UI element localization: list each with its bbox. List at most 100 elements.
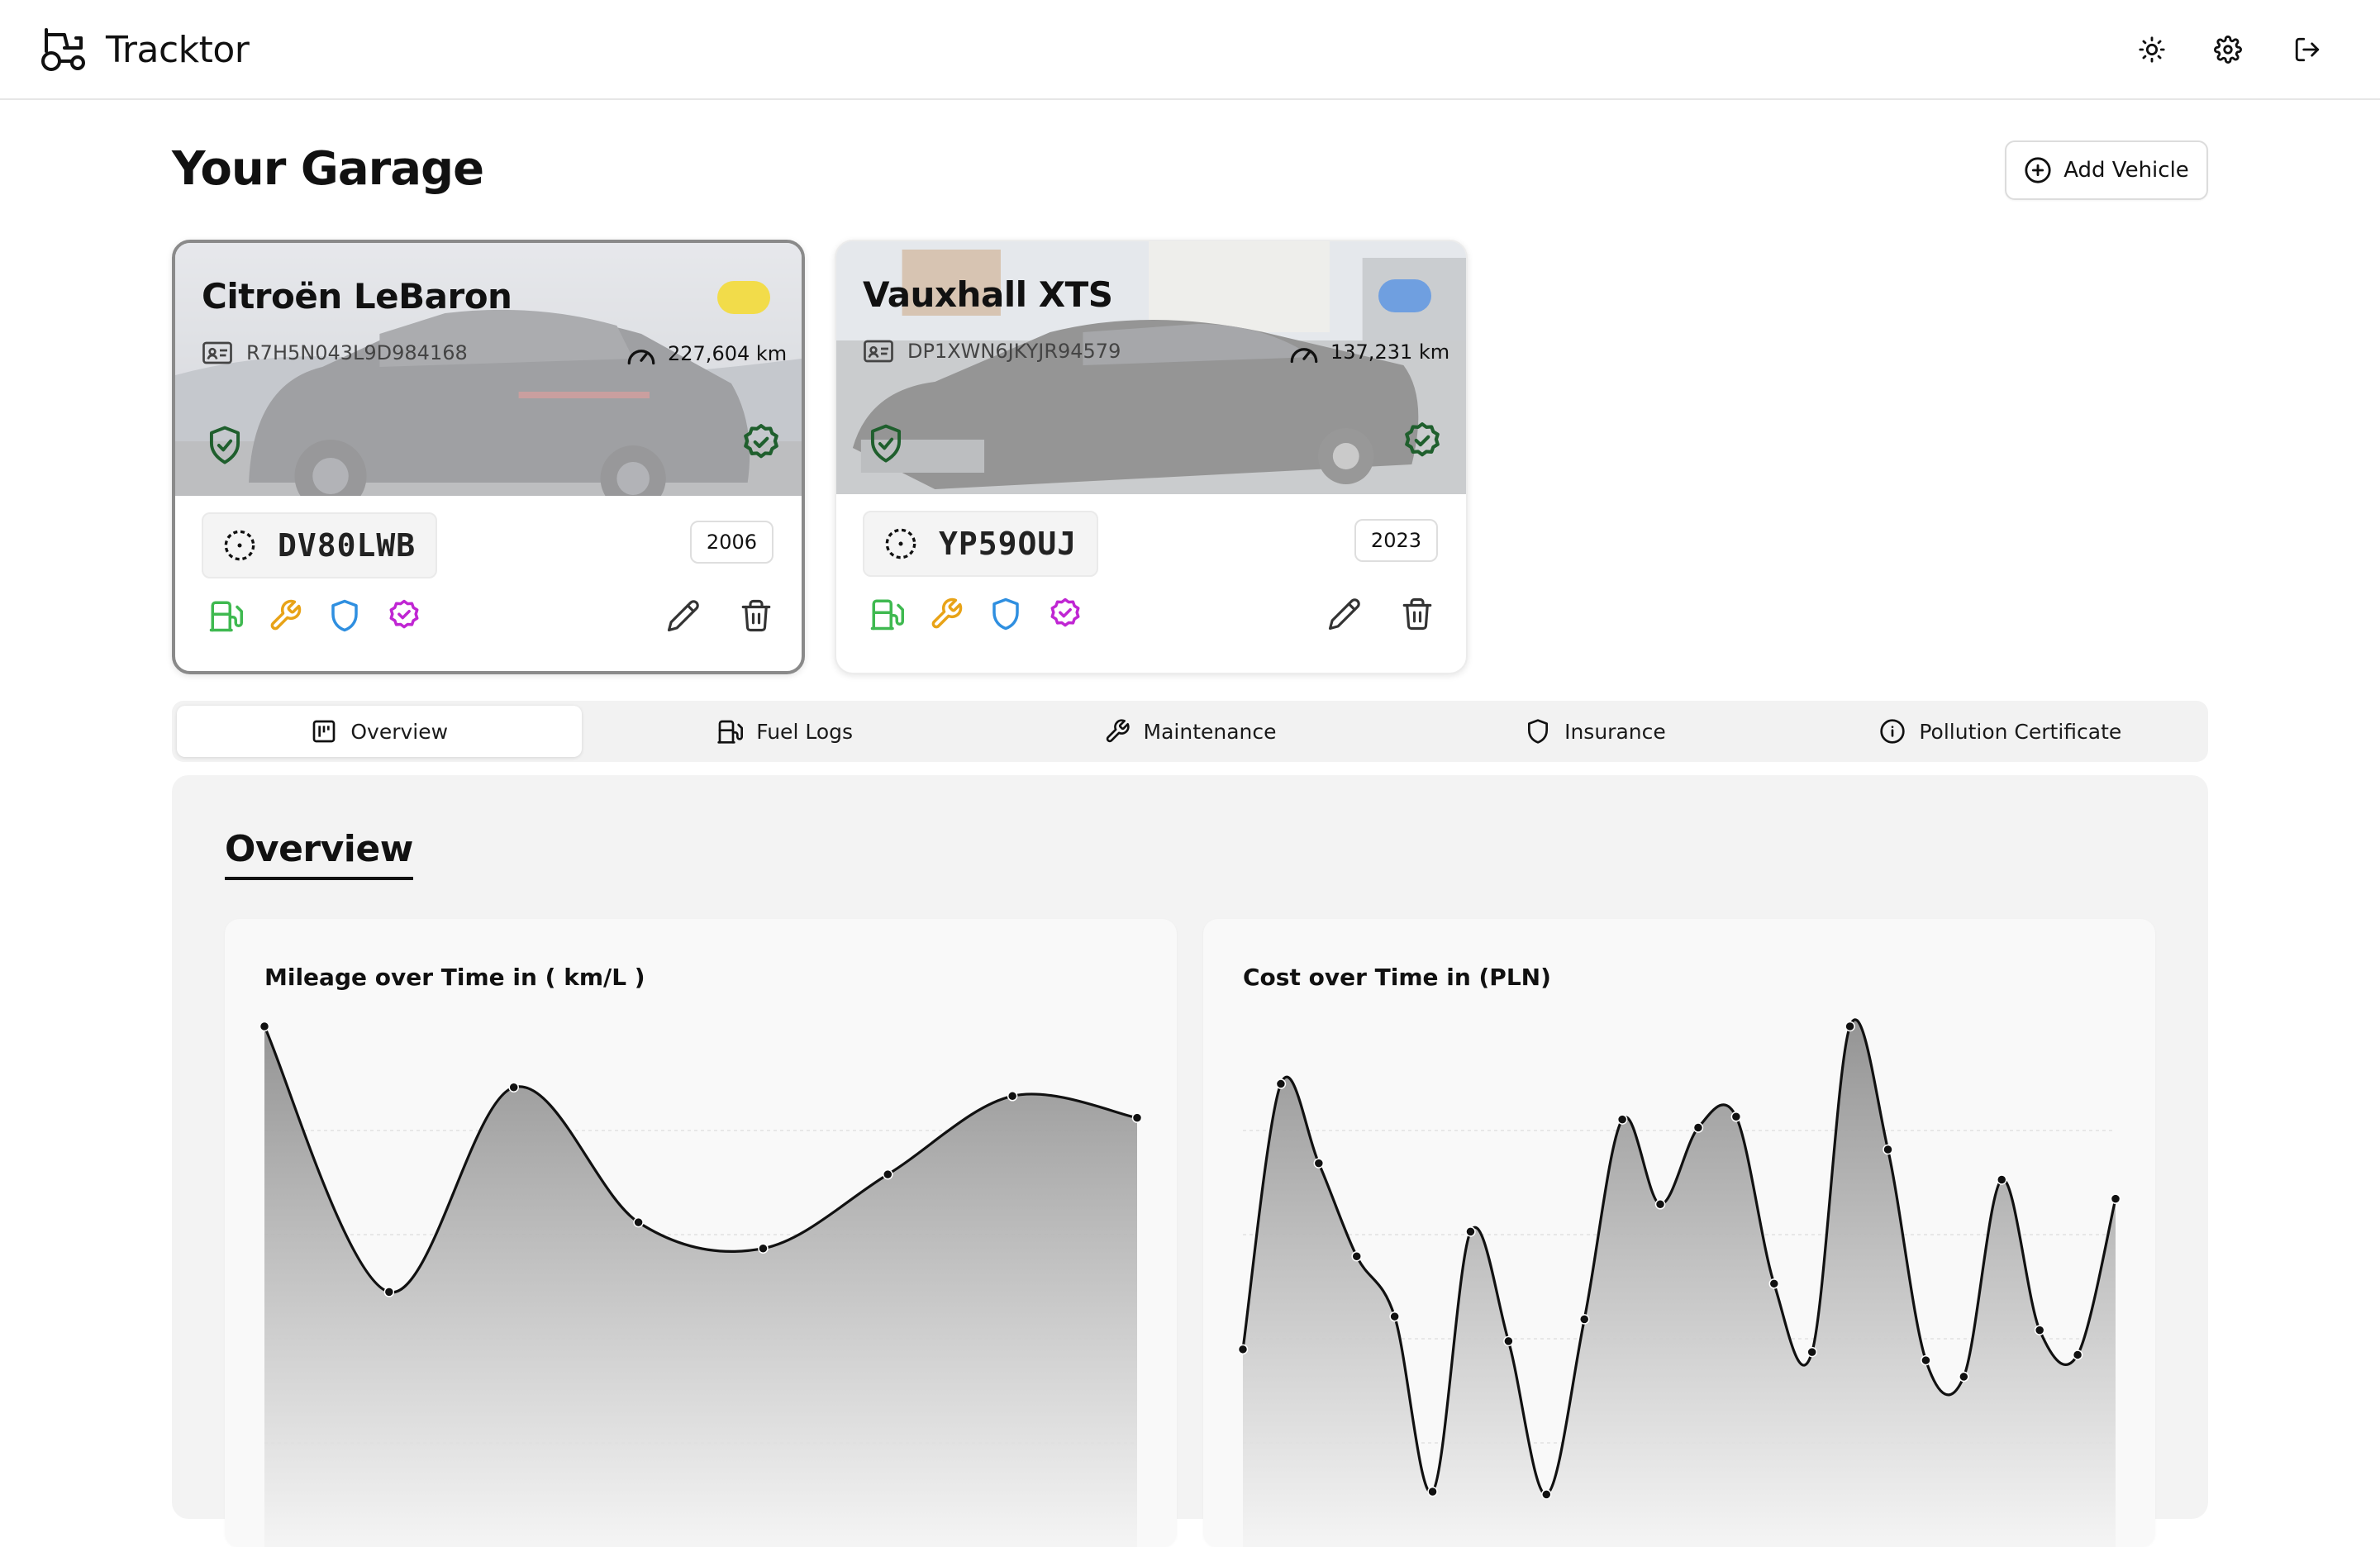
data-point[interactable] <box>2072 1349 2083 1360</box>
vehicle-year: 2006 <box>689 521 774 564</box>
edit-vehicle-button[interactable] <box>664 597 702 635</box>
vin: DP1XWN6JKYJR94579 <box>863 339 1121 364</box>
pencil-icon <box>667 600 699 632</box>
tab-label: Overview <box>350 719 449 744</box>
add-vehicle-label: Add Vehicle <box>2063 158 2189 183</box>
insurance-status-icon <box>870 424 902 463</box>
tab-pollution-certificate[interactable]: Pollution Certificate <box>1798 706 2203 757</box>
dashed-circle-icon <box>885 528 916 559</box>
data-point[interactable] <box>1313 1158 1325 1169</box>
data-point[interactable] <box>1503 1335 1514 1347</box>
data-point[interactable] <box>1692 1122 1704 1133</box>
id-card-icon <box>202 341 232 364</box>
wrench-icon <box>931 597 963 629</box>
trash-icon <box>1402 597 1432 631</box>
data-point[interactable] <box>1806 1346 1817 1358</box>
data-point[interactable] <box>2034 1325 2045 1335</box>
data-point[interactable] <box>1389 1311 1400 1322</box>
fuel-icon <box>870 599 904 631</box>
insurance-button[interactable] <box>326 597 364 635</box>
data-point[interactable] <box>1654 1199 1666 1210</box>
logout-button[interactable] <box>2287 30 2327 69</box>
gear-icon <box>2214 36 2242 64</box>
tab-overview[interactable]: Overview <box>177 706 583 757</box>
trash-icon <box>741 599 771 632</box>
edit-vehicle-button[interactable] <box>1326 595 1364 633</box>
data-point[interactable] <box>1131 1112 1143 1123</box>
insurance-status-icon <box>209 426 240 464</box>
chart-title: Mileage over Time in ( km/L ) <box>264 964 645 991</box>
data-point[interactable] <box>883 1169 893 1180</box>
vin-value: R7H5N043L9D984168 <box>246 341 468 364</box>
tab-fuel-logs[interactable]: Fuel Logs <box>582 706 987 757</box>
fuel-log-button[interactable] <box>868 595 906 633</box>
wrench-icon <box>1106 719 1130 743</box>
delete-vehicle-button[interactable] <box>737 597 775 635</box>
fuel-log-button[interactable] <box>207 597 245 635</box>
data-point[interactable] <box>1997 1174 2007 1185</box>
data-point[interactable] <box>383 1287 395 1297</box>
app-name: Tracktor <box>106 28 250 71</box>
data-point[interactable] <box>1730 1111 1742 1122</box>
data-point[interactable] <box>1465 1226 1476 1237</box>
cost-chart-card: Cost over Time in (PLN) <box>1203 919 2155 1547</box>
data-point[interactable] <box>1883 1144 1893 1155</box>
top-bar: Tracktor <box>0 0 2380 100</box>
data-point[interactable] <box>1844 1021 1855 1032</box>
data-point[interactable] <box>1275 1078 1287 1089</box>
data-point[interactable] <box>508 1082 519 1093</box>
maintenance-button[interactable] <box>266 597 304 635</box>
shield-icon <box>331 599 358 632</box>
tab-insurance[interactable]: Insurance <box>1392 706 1797 757</box>
data-point[interactable] <box>1541 1489 1552 1500</box>
data-point[interactable] <box>1351 1250 1362 1262</box>
vehicle-card[interactable]: Vauxhall XTS DP1XWN6JKYJR94579 137,231 k… <box>835 240 1468 674</box>
shield-icon <box>1528 719 1549 744</box>
insurance-button[interactable] <box>987 595 1025 633</box>
license-plate: YP59OUJ <box>863 511 1099 577</box>
data-point[interactable] <box>1237 1344 1249 1355</box>
data-point[interactable] <box>1768 1278 1780 1289</box>
data-point[interactable] <box>2110 1193 2121 1204</box>
delete-vehicle-button[interactable] <box>1398 595 1436 633</box>
data-point[interactable] <box>758 1243 769 1254</box>
maintenance-button[interactable] <box>927 595 965 633</box>
vehicle-color-swatch <box>717 281 770 314</box>
wrench-icon <box>270 599 302 631</box>
data-point[interactable] <box>1959 1371 1969 1383</box>
plate-number: YP59OUJ <box>939 526 1078 562</box>
theme-toggle-button[interactable] <box>2132 30 2172 69</box>
badge-check-icon <box>1050 597 1080 627</box>
gauge-icon <box>627 350 655 365</box>
tab-label: Maintenance <box>1143 719 1277 744</box>
tab-maintenance[interactable]: Maintenance <box>988 706 1392 757</box>
data-point[interactable] <box>1007 1091 1018 1102</box>
vin: R7H5N043L9D984168 <box>202 340 468 365</box>
vehicle-card[interactable]: Citroën LeBaron R7H5N043L9D984168 227,60… <box>172 240 805 674</box>
brand[interactable]: Tracktor <box>40 23 250 76</box>
plate-number: DV80LWB <box>278 527 416 564</box>
plus-circle-icon <box>2025 157 2051 183</box>
fuel-icon <box>717 720 744 744</box>
tab-bar: Overview Fuel Logs Maintenance Insurance… <box>172 701 2208 762</box>
dashed-circle-icon <box>224 530 255 561</box>
data-point[interactable] <box>1427 1486 1438 1497</box>
settings-button[interactable] <box>2208 30 2248 69</box>
page-title: Your Garage <box>172 142 484 196</box>
series-area <box>1243 1019 2116 1547</box>
license-plate: DV80LWB <box>202 512 438 578</box>
data-point[interactable] <box>1578 1314 1590 1325</box>
mileage-chart-card: Mileage over Time in ( km/L ) <box>225 919 1177 1547</box>
pollution-certificate-button[interactable] <box>385 597 423 635</box>
odometer: 137,231 km <box>1288 337 1449 367</box>
data-point[interactable] <box>1616 1114 1628 1125</box>
tab-label: Pollution Certificate <box>1919 719 2122 744</box>
data-point[interactable] <box>633 1216 644 1228</box>
data-point[interactable] <box>259 1021 270 1032</box>
pollution-certificate-button[interactable] <box>1046 595 1084 633</box>
gauge-icon <box>1290 348 1318 364</box>
odometer: 227,604 km <box>625 339 787 369</box>
data-point[interactable] <box>1921 1354 1931 1366</box>
add-vehicle-button[interactable]: Add Vehicle <box>2005 140 2208 200</box>
chart-title: Cost over Time in (PLN) <box>1243 964 1551 991</box>
